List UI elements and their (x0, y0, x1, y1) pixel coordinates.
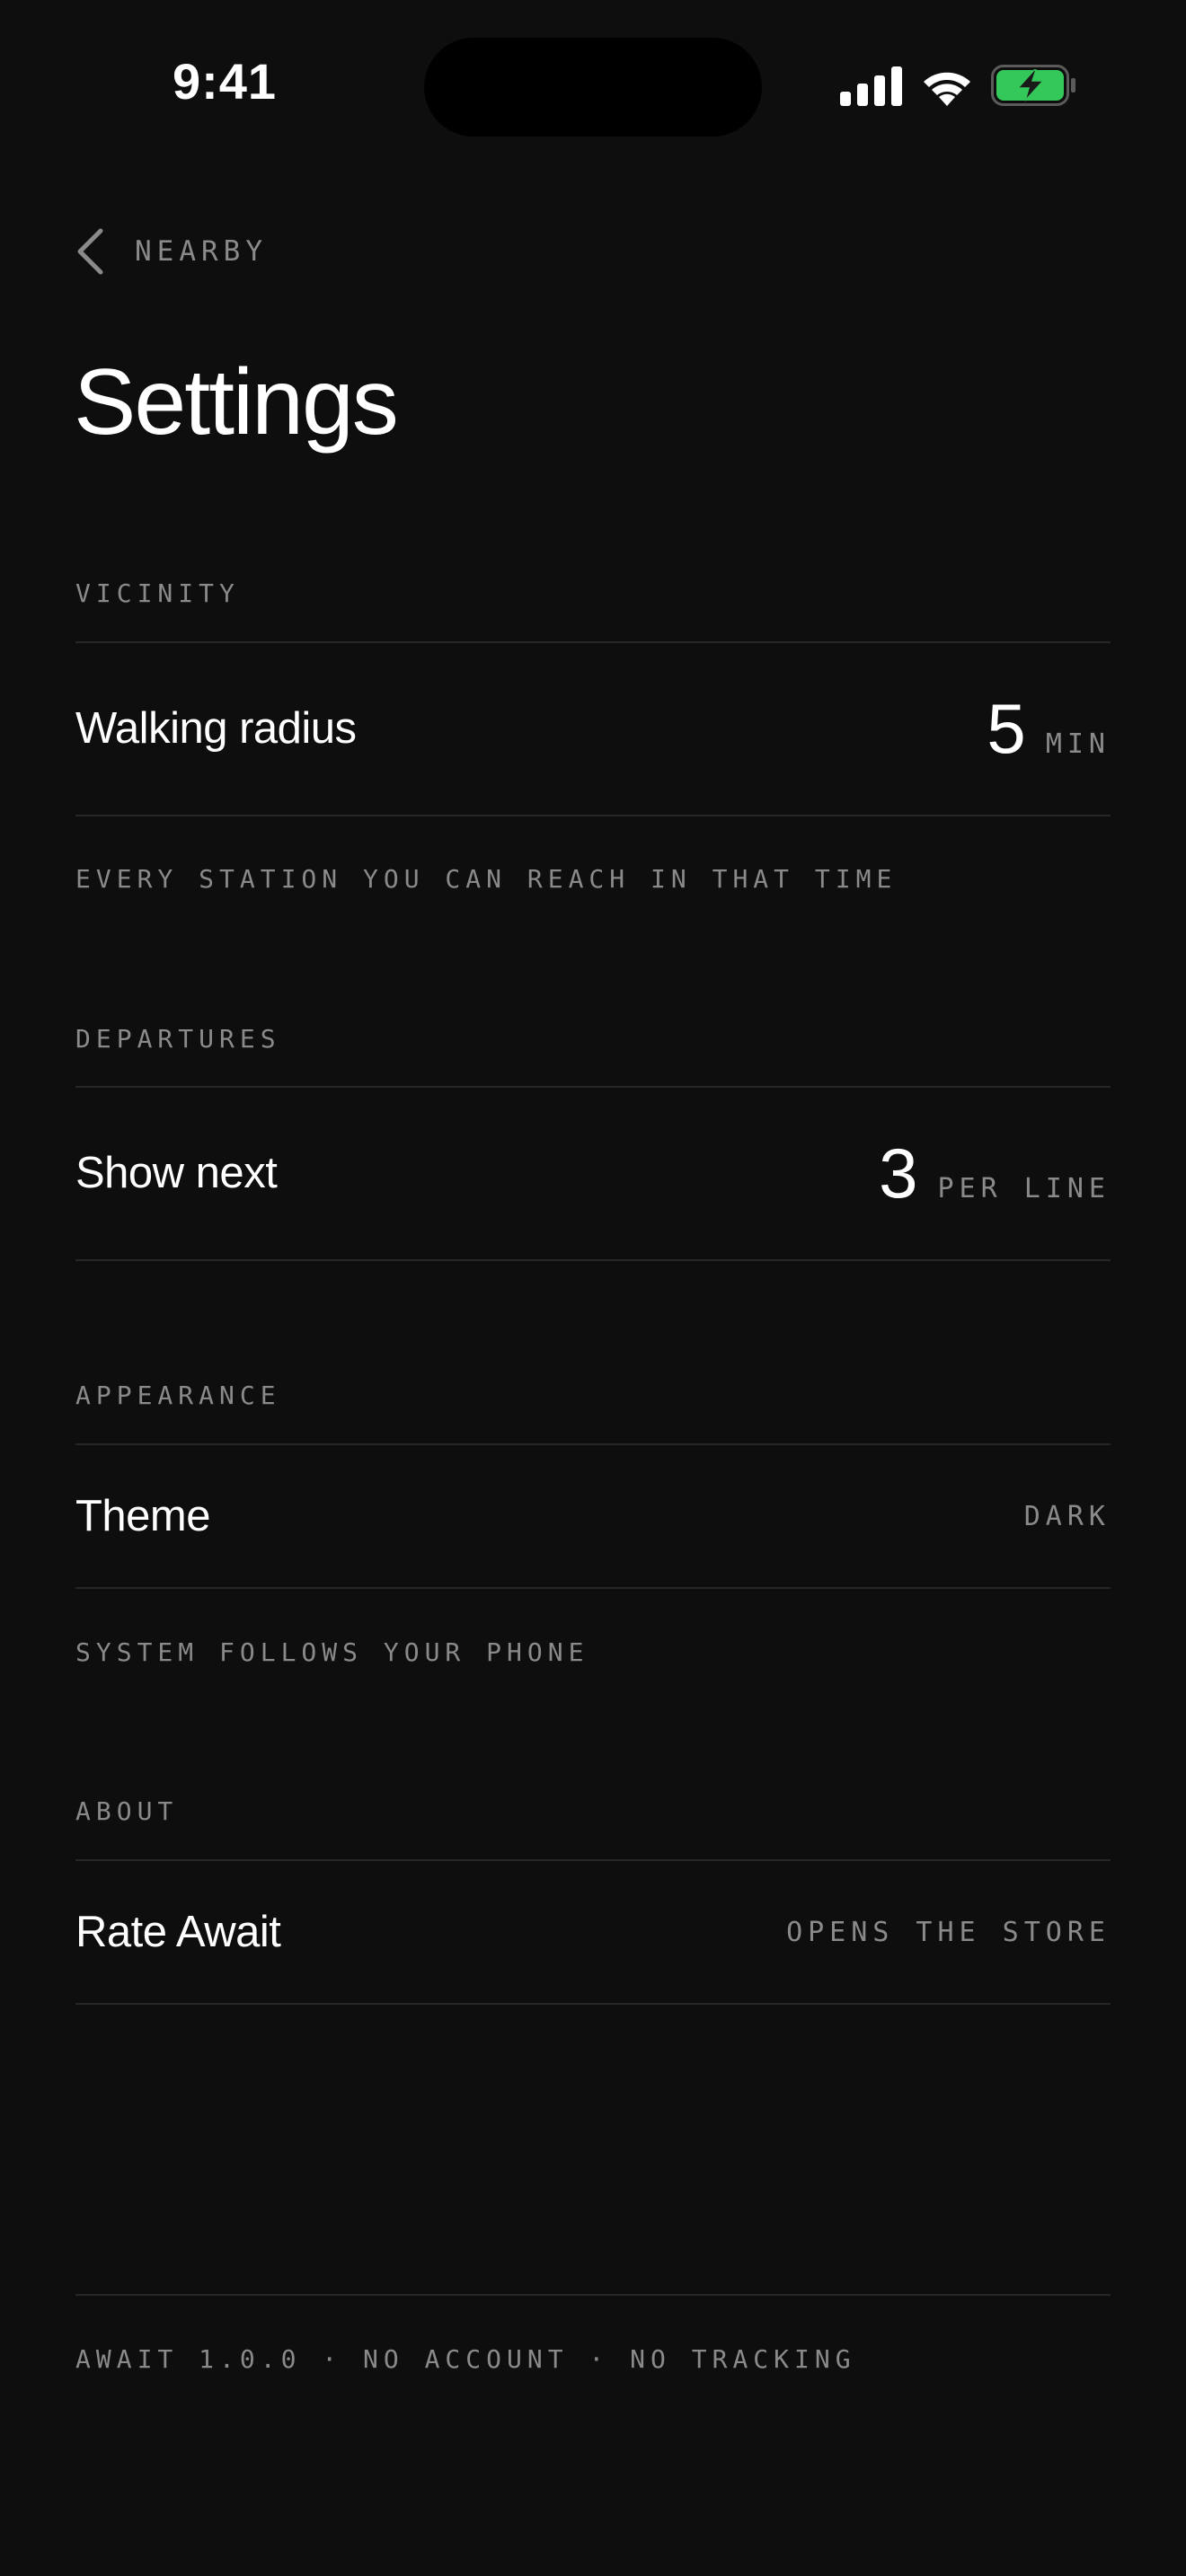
theme-footnote: SYSTEM FOLLOWS YOUR PHONE (75, 1637, 589, 1667)
show-next-unit: PER LINE (937, 1173, 1111, 1204)
theme-row[interactable]: Theme DARK (75, 1445, 1111, 1587)
show-next-label: Show next (75, 1149, 278, 1197)
rate-await-value: OPENS THE STORE (786, 1916, 1111, 1948)
theme-value: DARK (1023, 1500, 1111, 1532)
divider (75, 1259, 1111, 1261)
rate-await-row[interactable]: Rate Await OPENS THE STORE (75, 1861, 1111, 2003)
walking-radius-number: 5 (987, 689, 1026, 768)
walking-radius-label: Walking radius (75, 704, 357, 753)
show-next-number: 3 (879, 1134, 918, 1213)
back-button[interactable]: NEARBY (75, 225, 268, 278)
footer-divider (75, 2294, 1111, 2296)
walking-radius-unit: MIN (1045, 728, 1111, 760)
divider (75, 815, 1111, 816)
section-header-vicinity: VICINITY (75, 578, 240, 608)
status-icons (840, 65, 1083, 110)
section-header-departures: DEPARTURES (75, 1024, 281, 1054)
theme-label: Theme (75, 1492, 211, 1540)
show-next-value: 3 PER LINE (879, 1138, 1111, 1208)
section-header-appearance: APPEARANCE (75, 1381, 281, 1410)
battery-charging-icon (991, 65, 1075, 106)
footer-text: AWAIT 1.0.0 · NO ACCOUNT · NO TRACKING (75, 2344, 856, 2374)
show-next-row[interactable]: Show next 3 PER LINE (75, 1088, 1111, 1258)
page-title: Settings (74, 350, 399, 454)
dynamic-island (424, 38, 762, 137)
chevron-left-icon (77, 228, 103, 275)
status-time: 9:41 (172, 53, 278, 110)
divider (75, 2003, 1111, 2005)
walking-radius-value: 5 MIN (987, 693, 1111, 763)
rate-await-label: Rate Await (75, 1908, 281, 1956)
walking-radius-footnote: EVERY STATION YOU CAN REACH IN THAT TIME (75, 864, 898, 894)
section-header-about: ABOUT (75, 1796, 179, 1826)
wifi-icon (924, 72, 970, 106)
cellular-signal-icon (840, 66, 902, 106)
walking-radius-row[interactable]: Walking radius 5 MIN (75, 643, 1111, 814)
divider (75, 1587, 1111, 1589)
back-label: NEARBY (135, 235, 268, 268)
status-bar: 9:41 (0, 0, 1186, 171)
